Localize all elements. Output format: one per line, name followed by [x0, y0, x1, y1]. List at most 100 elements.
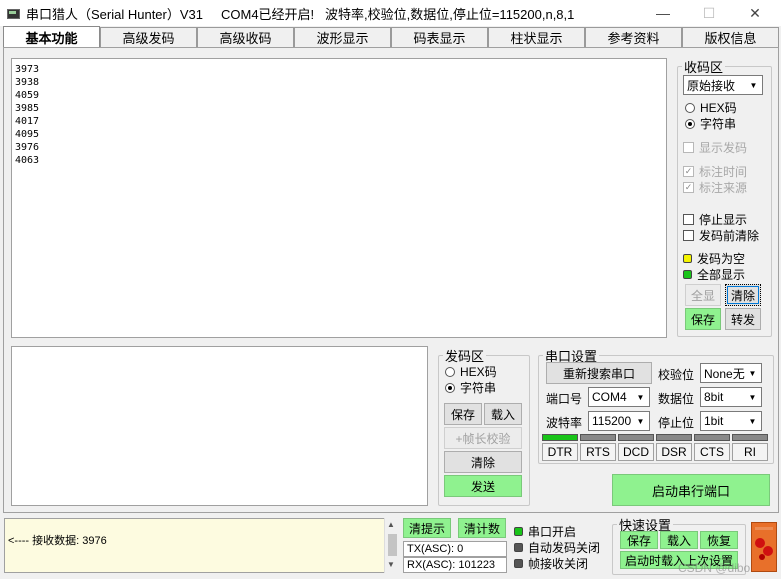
yellow-lamp-icon	[683, 254, 692, 263]
cts-label: CTS	[694, 443, 730, 461]
receive-textarea[interactable]: 3973 3938 4059 3985 4017 4095 3976 4063	[11, 58, 667, 338]
start-serial-port-button[interactable]: 启动串行端口	[612, 474, 770, 506]
status-scrollbar[interactable]: ▲ ▼	[384, 518, 399, 573]
chevron-down-icon: ▼	[748, 392, 757, 402]
mark-time-checkbox[interactable]: ✓ 标注时间	[683, 163, 747, 180]
close-button[interactable]: ✕	[732, 0, 778, 26]
tab-basic[interactable]: 基本功能	[3, 26, 100, 48]
tx-value: 0	[457, 543, 464, 555]
tab-bar-chart[interactable]: 柱状显示	[488, 27, 585, 47]
tab-advanced-send[interactable]: 高级发码	[100, 27, 197, 47]
tab-advanced-receive[interactable]: 高级收码	[197, 27, 294, 47]
dtr-signal-bar	[542, 434, 578, 441]
parity-value: None无	[704, 366, 745, 381]
send-textarea[interactable]	[11, 346, 428, 506]
receive-line: 4017	[15, 116, 40, 127]
gray-lamp-icon	[514, 559, 523, 568]
recv-hex-radio[interactable]: HEX码	[685, 99, 737, 116]
receive-line: 3938	[15, 77, 40, 88]
clear-tip-button[interactable]: 清提示	[403, 518, 451, 538]
scroll-down-icon[interactable]: ▼	[387, 560, 395, 569]
baud-select[interactable]: 115200 ▼	[588, 411, 650, 431]
receive-line: 3985	[15, 103, 40, 114]
frame-receive-label: 帧接收关闭	[528, 557, 589, 571]
tx-counter: TX(ASC): 0	[403, 541, 507, 557]
scroll-thumb[interactable]	[388, 534, 397, 556]
port-select[interactable]: COM4 ▼	[588, 387, 650, 407]
radio-dot-icon	[445, 382, 455, 393]
checkmark-icon: ✓	[683, 182, 694, 193]
stopbits-label: 停止位	[658, 416, 695, 430]
tx-label: TX(ASC):	[407, 543, 455, 555]
tab-waveform[interactable]: 波形显示	[294, 27, 391, 47]
databits-select[interactable]: 8bit ▼	[700, 387, 762, 407]
auto-send-indicator: 自动发码关闭	[514, 539, 600, 556]
clear-before-send-checkbox[interactable]: 发码前清除	[683, 227, 759, 244]
app-logo-icon	[6, 6, 20, 20]
green-lamp-icon	[683, 270, 692, 279]
hunter-logo-icon	[751, 522, 777, 572]
baud-value: 115200	[592, 414, 632, 428]
title-bar: 串口猎人（Serial Hunter）V31 COM4已经开启! 波特率,校验位…	[0, 0, 781, 26]
checkbox-icon	[683, 214, 694, 225]
minimize-button[interactable]: —	[640, 0, 686, 26]
receive-line: 3976	[15, 142, 40, 153]
recv-hex-label: HEX码	[700, 101, 737, 115]
send-button[interactable]: 发送	[444, 475, 522, 497]
stopbits-select[interactable]: 1bit ▼	[700, 411, 762, 431]
radio-dot-icon	[445, 366, 455, 377]
mark-source-checkbox[interactable]: ✓ 标注来源	[683, 179, 747, 196]
forward-button[interactable]: 转发	[725, 308, 761, 330]
clear-send-button[interactable]: 清除	[444, 451, 522, 473]
databits-value: 8bit	[704, 390, 724, 404]
mark-source-label: 标注来源	[699, 181, 748, 195]
chevron-down-icon: ▼	[748, 416, 757, 426]
watermark: CSDN @dibo	[678, 561, 751, 575]
scroll-up-icon[interactable]: ▲	[387, 520, 395, 529]
show-sent-label: 显示发码	[699, 141, 748, 155]
tab-bar: 基本功能 高级发码 高级收码 波形显示 码表显示 柱状显示 参考资料 版权信息	[3, 26, 779, 48]
dsr-label: DSR	[656, 443, 692, 461]
dcd-signal-bar	[618, 434, 654, 441]
dsr-signal-bar	[656, 434, 692, 441]
receive-line: 3973	[15, 64, 40, 75]
save-receive-button[interactable]: 保存	[685, 308, 721, 330]
quick-save-button[interactable]: 保存	[620, 531, 658, 549]
mark-time-label: 标注时间	[699, 165, 748, 179]
green-lamp-icon	[514, 527, 523, 536]
select-all-button[interactable]: 全显	[685, 284, 721, 306]
frame-checksum-button[interactable]: +帧长校验	[444, 427, 522, 449]
recv-string-radio[interactable]: 字符串	[685, 115, 736, 132]
checkbox-icon	[683, 142, 694, 153]
receive-settings-legend: 收码区	[684, 60, 724, 75]
clear-receive-button[interactable]: 清除	[725, 284, 761, 306]
load-send-button[interactable]: 载入	[484, 403, 522, 425]
receive-mode-select[interactable]: 原始接收 ▼	[683, 75, 763, 95]
rts-toggle[interactable]: RTS	[580, 443, 616, 461]
send-hex-radio[interactable]: HEX码	[445, 363, 497, 380]
frame-receive-indicator: 帧接收关闭	[514, 555, 588, 572]
tab-copyright[interactable]: 版权信息	[682, 27, 779, 47]
quick-restore-button[interactable]: 恢复	[700, 531, 738, 549]
dtr-toggle[interactable]: DTR	[542, 443, 578, 461]
receive-mode-value: 原始接收	[687, 78, 736, 93]
rescan-ports-button[interactable]: 重新搜索串口	[546, 362, 652, 384]
send-string-radio[interactable]: 字符串	[445, 379, 496, 396]
show-all-indicator: 全部显示	[683, 266, 745, 283]
tab-code-table[interactable]: 码表显示	[391, 27, 488, 47]
save-send-button[interactable]: 保存	[444, 403, 482, 425]
clear-count-button[interactable]: 清计数	[458, 518, 506, 538]
maximize-button[interactable]: ☐	[686, 0, 732, 26]
receive-line: 4063	[15, 155, 40, 166]
stop-display-checkbox[interactable]: 停止显示	[683, 211, 747, 228]
stopbits-value: 1bit	[704, 414, 724, 428]
checkmark-icon: ✓	[683, 166, 694, 177]
databits-label: 数据位	[658, 392, 695, 406]
show-sent-checkbox[interactable]: 显示发码	[683, 139, 747, 156]
tab-reference[interactable]: 参考资料	[585, 27, 682, 47]
quick-load-button[interactable]: 载入	[660, 531, 698, 549]
send-string-label: 字符串	[460, 381, 497, 395]
receive-line: 4059	[15, 90, 40, 101]
parity-select[interactable]: None无 ▼	[700, 363, 762, 383]
port-value: COM4	[592, 390, 627, 404]
